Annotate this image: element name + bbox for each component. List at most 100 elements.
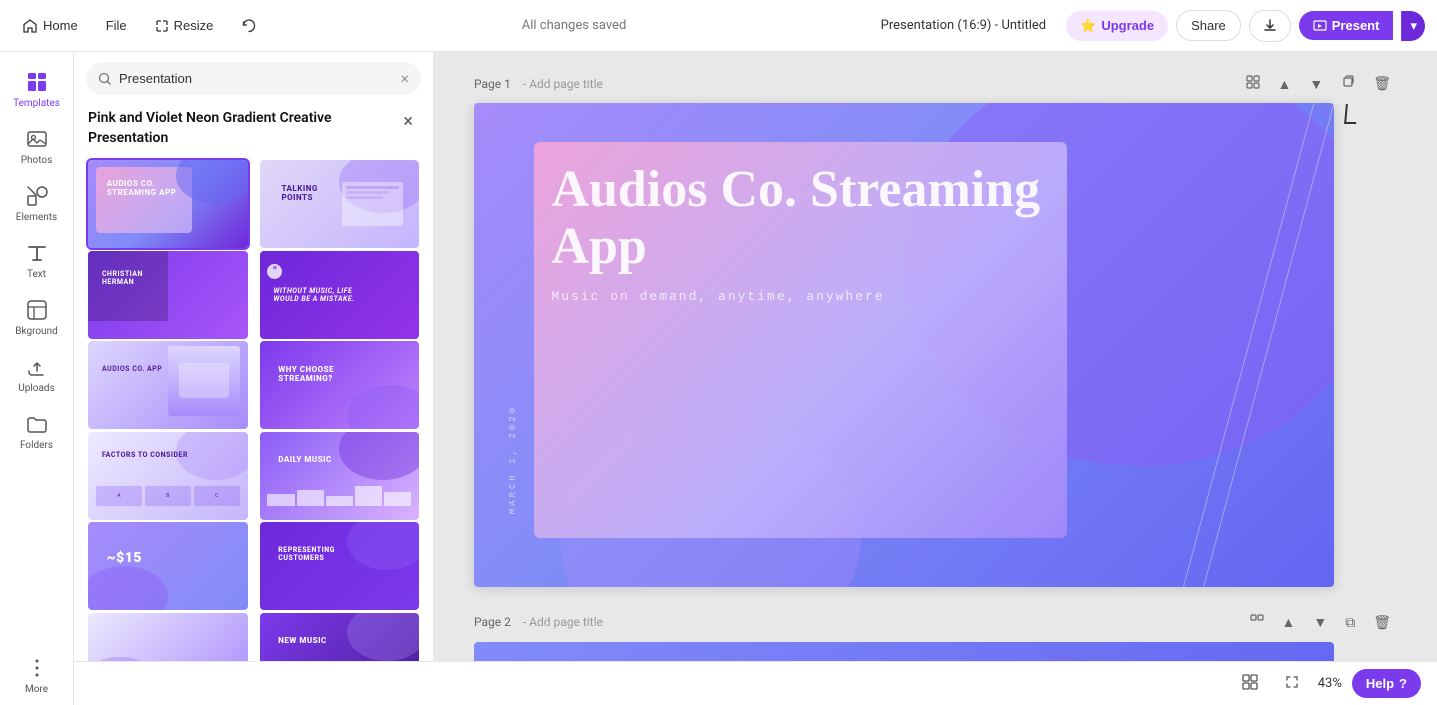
photos-label: Photos xyxy=(21,155,53,166)
help-button[interactable]: Help ? xyxy=(1352,669,1421,698)
present-icon xyxy=(1313,19,1327,33)
templates-label: Templates xyxy=(13,98,60,109)
page-1-number: Page 1 xyxy=(474,77,511,91)
grid-layout-button[interactable] xyxy=(1234,670,1266,697)
page2-move-up-button[interactable]: ▲ xyxy=(1276,611,1302,633)
elements-icon xyxy=(25,184,49,208)
expand-button[interactable] xyxy=(1276,670,1308,697)
template-thumb-9[interactable]: ~$15 xyxy=(86,520,250,612)
slide-text-content: Audios Co. Streaming App Music on demand… xyxy=(551,161,1110,304)
page-2-add-title[interactable]: - Add page title xyxy=(523,615,603,629)
panel-header: Pink and Violet Neon Gradient Creative P… xyxy=(74,105,433,158)
duplicate-page-button[interactable] xyxy=(1335,72,1361,95)
sidebar-item-photos[interactable]: Photos xyxy=(3,119,71,174)
search-icon xyxy=(98,72,112,86)
search-bar: × xyxy=(74,52,433,105)
background-label: Bkground xyxy=(15,326,58,337)
document-title: Presentation (16:9) - Untitled xyxy=(881,18,1046,33)
panel-title: Pink and Violet Neon Gradient Creative P… xyxy=(88,109,368,148)
page-2-label: Page 2 - Add page title ▲ ▼ ⧉ 🗑 xyxy=(474,611,1397,634)
template-thumb-1[interactable]: Audios Co.Streaming App xyxy=(86,158,250,250)
grid-view-icon xyxy=(1246,75,1260,89)
page2-delete-button[interactable]: 🗑 xyxy=(1367,611,1397,634)
template-thumb-5[interactable]: AUDIOS CO. APP xyxy=(86,339,250,431)
search-clear-button[interactable]: × xyxy=(400,69,409,88)
download-button[interactable] xyxy=(1249,10,1291,42)
photos-icon xyxy=(25,127,49,151)
page-2-controls: ▲ ▼ ⧉ 🗑 xyxy=(1244,611,1398,634)
delete-page-button[interactable]: 🗑 xyxy=(1367,72,1397,95)
sidebar-item-uploads[interactable]: Uploads xyxy=(3,347,71,402)
folders-icon xyxy=(25,412,49,436)
template-thumb-7[interactable]: FACTORS TO CONSIDER A B C xyxy=(86,430,250,522)
canvas-area[interactable]: Page 1 - Add page title ▲ ▼ xyxy=(434,52,1437,705)
page-1-section: Page 1 - Add page title ▲ ▼ xyxy=(474,72,1397,587)
duplicate-icon xyxy=(1341,75,1355,89)
grid-layout-icon xyxy=(1242,674,1258,690)
text-label: Text xyxy=(27,269,46,280)
page2-move-down-button[interactable]: ▼ xyxy=(1307,611,1333,633)
more-label: More xyxy=(25,684,48,695)
main-area: Templates Photos Elements Text xyxy=(0,52,1437,705)
search-input[interactable] xyxy=(119,71,393,86)
slide-1-canvas[interactable]: Audios Co. Streaming App Music on demand… xyxy=(474,103,1334,587)
sidebar-item-folders[interactable]: Folders xyxy=(3,404,71,459)
sidebar-item-more[interactable]: More xyxy=(3,648,71,703)
page-1-controls: ▲ ▼ 🗑 xyxy=(1240,72,1398,95)
present-dropdown-button[interactable]: ▾ xyxy=(1401,11,1425,41)
uploads-icon xyxy=(25,355,49,379)
page-2-number: Page 2 xyxy=(474,615,511,629)
share-button[interactable]: Share xyxy=(1176,10,1241,41)
sidebar-item-background[interactable]: Bkground xyxy=(3,290,71,345)
save-status: All changes saved xyxy=(275,18,872,33)
download-icon xyxy=(1262,18,1278,34)
page2-grid-view-button[interactable] xyxy=(1244,611,1270,634)
template-thumb-2[interactable]: TALKINGPOINTS xyxy=(258,158,422,250)
sidebar-item-templates[interactable]: Templates xyxy=(3,62,71,117)
move-down-button[interactable]: ▼ xyxy=(1303,73,1329,95)
template-thumb-8[interactable]: DAILY MUSIC xyxy=(258,430,422,522)
more-icon xyxy=(25,656,49,680)
top-navigation: Home File Resize All changes saved Prese… xyxy=(0,0,1437,52)
grid-view-button[interactable] xyxy=(1240,72,1266,95)
panel-close-button[interactable]: × xyxy=(397,109,419,134)
background-icon xyxy=(25,298,49,322)
slide-main-title: Audios Co. Streaming App xyxy=(551,161,1110,275)
undo-button[interactable] xyxy=(231,12,267,40)
page2-duplicate-button[interactable]: ⧉ xyxy=(1339,611,1361,634)
move-up-button[interactable]: ▲ xyxy=(1272,73,1298,95)
resize-button[interactable]: Resize xyxy=(145,12,224,39)
resize-icon xyxy=(155,19,169,33)
folders-label: Folders xyxy=(20,440,53,451)
page-1-add-title[interactable]: - Add page title xyxy=(523,77,603,91)
file-button[interactable]: File xyxy=(96,12,137,39)
expand-icon xyxy=(1284,674,1300,690)
templates-panel: × Pink and Violet Neon Gradient Creative… xyxy=(74,52,434,705)
page-1-label: Page 1 - Add page title ▲ ▼ xyxy=(474,72,1397,95)
slide-1-background: Audios Co. Streaming App Music on demand… xyxy=(474,103,1334,587)
present-button[interactable]: Present xyxy=(1299,11,1394,40)
uploads-label: Uploads xyxy=(18,383,54,394)
upgrade-button[interactable]: ⭐ Upgrade xyxy=(1066,11,1168,41)
sidebar-item-text[interactable]: Text xyxy=(3,233,71,288)
template-thumb-4[interactable]: " Without music, lifewould be a mistake. xyxy=(258,249,422,341)
template-thumb-10[interactable]: REPRESENTINGCUSTOMERS xyxy=(258,520,422,612)
help-icon: ? xyxy=(1399,676,1407,691)
undo-icon xyxy=(241,18,257,34)
sidebar-item-elements[interactable]: Elements xyxy=(3,176,71,231)
search-input-wrap: × xyxy=(86,62,421,95)
templates-grid: Audios Co.Streaming App TALKINGPOINTS xyxy=(74,158,433,705)
home-icon xyxy=(22,18,38,34)
bottom-bar: 43% Help ? xyxy=(74,661,1437,705)
home-button[interactable]: Home xyxy=(12,12,88,40)
templates-icon xyxy=(25,70,49,94)
template-thumb-6[interactable]: WHY CHOOSESTREAMING? xyxy=(258,339,422,431)
template-thumb-3[interactable]: CHRISTIANHERMAN xyxy=(86,249,250,341)
nav-right-buttons: ⭐ Upgrade Share Present ▾ xyxy=(1066,10,1425,42)
sidebar: Templates Photos Elements Text xyxy=(0,52,74,705)
elements-label: Elements xyxy=(16,212,57,223)
page2-grid-icon xyxy=(1250,614,1264,628)
slide-subtitle: Music on demand, anytime, anywhere xyxy=(551,289,1110,304)
help-label: Help xyxy=(1366,676,1394,691)
zoom-level: 43% xyxy=(1318,676,1342,691)
